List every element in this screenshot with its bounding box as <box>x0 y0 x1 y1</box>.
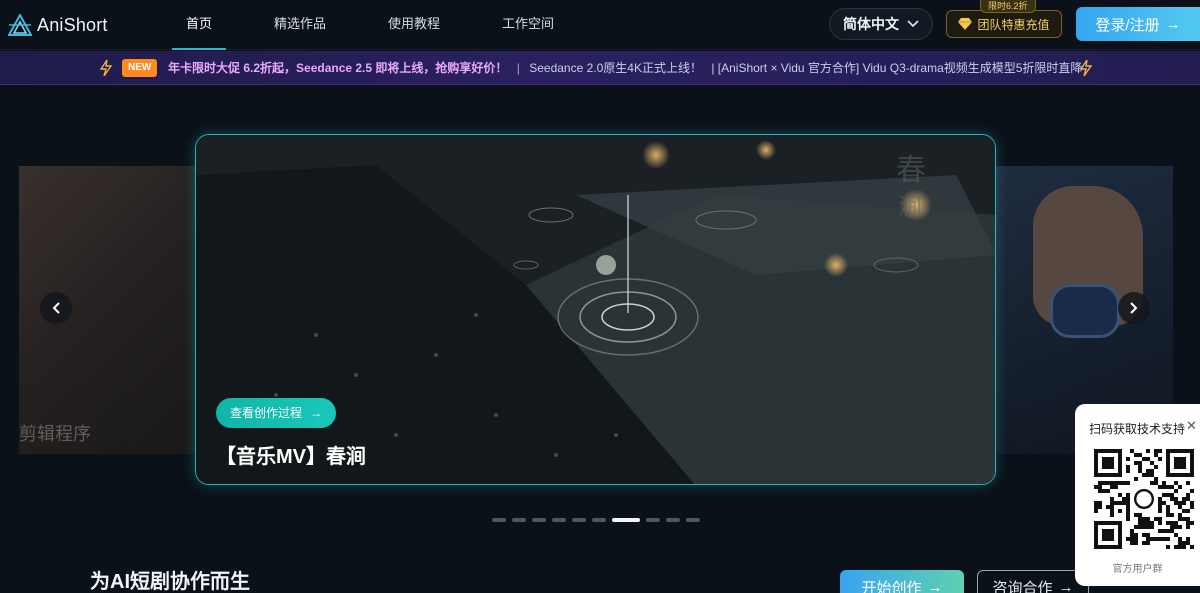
prev-slide-caption: 剪辑程序 <box>19 424 91 444</box>
carousel-prev-button[interactable] <box>40 292 72 324</box>
view-process-button[interactable]: 查看创作过程 → <box>216 398 337 428</box>
start-creating-button[interactable]: 开始创作 → <box>840 570 964 593</box>
announcement-separator: | <box>516 61 520 75</box>
diamond-icon <box>958 18 973 30</box>
hero-carousel: 剪辑程序 春 涧 查看创作过程 → 【音乐MV】春涧 <box>0 86 1200 542</box>
team-discount-label: 团队特惠充值 <box>977 17 1050 32</box>
carousel-pagination <box>492 518 700 522</box>
arrow-right-icon: → <box>1165 15 1181 33</box>
qr-popup-title: 扫码获取技术支持 <box>1089 422 1186 436</box>
svg-text:涧: 涧 <box>898 193 922 221</box>
consult-cooperation-label: 咨询合作 <box>992 579 1053 593</box>
chevron-left-icon <box>52 302 60 314</box>
team-discount-button[interactable]: 团队特惠充值 <box>946 10 1062 38</box>
view-process-label: 查看创作过程 <box>230 406 303 420</box>
arrow-right-icon: → <box>927 578 943 593</box>
section-title: 为AI短剧协作而生 <box>90 571 250 593</box>
arrow-right-icon: → <box>310 406 323 420</box>
login-register-label: 登录/注册 <box>1095 16 1160 34</box>
carousel-dot[interactable] <box>572 518 586 522</box>
arrow-right-icon: → <box>1058 578 1074 593</box>
chevron-right-icon <box>1130 302 1138 314</box>
carousel-dot[interactable] <box>686 518 700 522</box>
carousel-dot[interactable] <box>492 518 506 522</box>
nav-featured-works[interactable]: 精选作品 <box>258 0 342 50</box>
support-qr-popup: 扫码获取技术支持 ✕ 官方用户群 <box>1075 404 1200 586</box>
language-label: 简体中文 <box>843 16 899 32</box>
qr-code-image <box>1094 449 1194 549</box>
new-badge: NEW <box>122 59 158 77</box>
carousel-dot[interactable] <box>666 518 680 522</box>
carousel-dot[interactable] <box>612 518 640 522</box>
carousel-dot[interactable] <box>646 518 660 522</box>
team-discount-badge: 限时6.2折 <box>980 0 1036 13</box>
slide-title: 【音乐MV】春涧 <box>216 446 366 468</box>
chevron-down-icon <box>907 20 919 28</box>
carousel-dot[interactable] <box>552 518 566 522</box>
announcement-item-3: | [AniShort × Vidu 官方合作] Vidu Q3-drama视频… <box>711 61 1083 75</box>
start-creating-label: 开始创作 <box>861 579 922 593</box>
rain-puddle-image: 春 涧 <box>196 135 995 484</box>
announcement-text: 年卡限时大促 6.2折起，Seedance 2.5 即将上线，抢购享好价！ | … <box>168 51 1082 85</box>
carousel-next-button[interactable] <box>1118 292 1150 324</box>
qr-caption: 官方用户群 <box>1112 564 1163 575</box>
announcement-bar[interactable]: NEW 年卡限时大促 6.2折起，Seedance 2.5 即将上线，抢购享好价… <box>0 51 1200 85</box>
nav-home[interactable]: 首页 <box>170 0 228 50</box>
main-nav: 首页 精选作品 使用教程 工作空间 <box>170 0 600 50</box>
watch-image <box>1050 284 1120 338</box>
nav-workspace[interactable]: 工作空间 <box>486 0 570 50</box>
lightning-icon <box>1079 60 1093 76</box>
carousel-dot[interactable] <box>512 518 526 522</box>
consult-cooperation-button[interactable]: 咨询合作 → <box>977 570 1089 593</box>
carousel-dot[interactable] <box>592 518 606 522</box>
announcement-highlight: 年卡限时大促 6.2折起，Seedance 2.5 即将上线，抢购享好价！ <box>168 61 508 75</box>
close-icon[interactable]: ✕ <box>1186 418 1197 434</box>
carousel-slide-active[interactable]: 春 涧 查看创作过程 → 【音乐MV】春涧 <box>195 134 996 485</box>
announcement-item-2: Seedance 2.0原生4K正式上线！ <box>529 61 702 75</box>
top-navbar: AniShort 首页 精选作品 使用教程 工作空间 简体中文 团队特惠充值 限… <box>0 0 1200 50</box>
brand-logo[interactable]: AniShort <box>8 12 108 38</box>
nav-tutorials[interactable]: 使用教程 <box>372 0 456 50</box>
login-register-button[interactable]: 登录/注册 → <box>1076 7 1200 41</box>
svg-text:春: 春 <box>896 153 926 188</box>
carousel-dot[interactable] <box>532 518 546 522</box>
brand-name: AniShort <box>37 14 108 35</box>
language-select[interactable]: 简体中文 <box>829 8 933 40</box>
lightning-icon <box>99 60 113 76</box>
anishort-logo-icon <box>8 14 32 36</box>
